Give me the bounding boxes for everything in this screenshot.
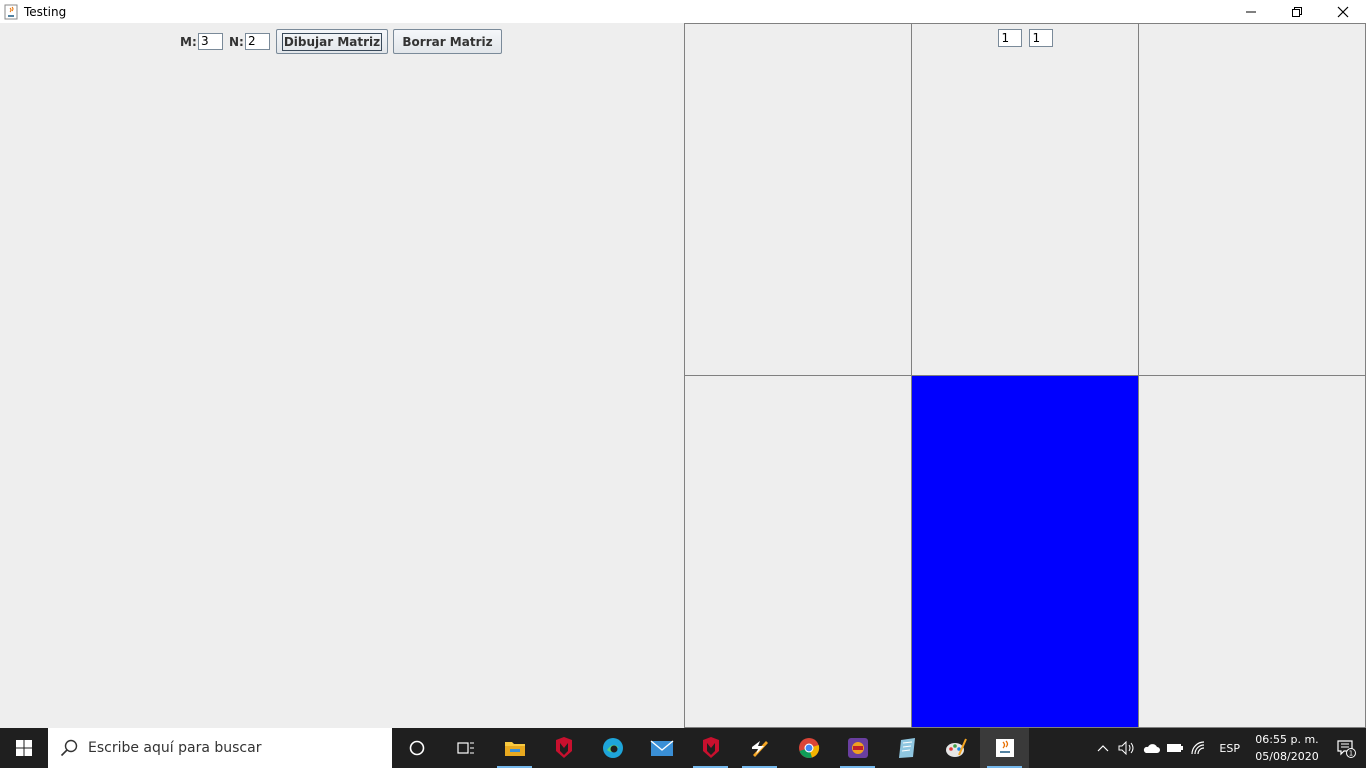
search-icon	[60, 739, 78, 757]
taskbar: Escribe aquí para buscar ESP 06:55 p. m.…	[0, 728, 1366, 768]
taskbar-app-game[interactable]	[833, 728, 882, 768]
edge-icon	[602, 738, 623, 758]
onedrive-button[interactable]	[1139, 728, 1163, 768]
winamp-icon	[751, 741, 768, 757]
mail-icon	[650, 740, 673, 756]
restore-button[interactable]	[1274, 0, 1320, 23]
notes-icon	[898, 738, 915, 758]
java-icon	[995, 739, 1014, 757]
clock-time: 06:55 p. m.	[1255, 733, 1319, 746]
taskbar-app-mcafee[interactable]	[539, 728, 588, 768]
cortana-icon	[409, 740, 424, 756]
taskbar-app-winamp[interactable]	[735, 728, 784, 768]
cloud-icon	[1144, 744, 1161, 753]
matrix-cell-1-2[interactable]: 1 1	[912, 24, 1139, 376]
chevron-up-icon	[1097, 745, 1109, 752]
taskbar-app-mcafee-2[interactable]	[686, 728, 735, 768]
taskbar-app-edge[interactable]	[588, 728, 637, 768]
network-button[interactable]	[1187, 728, 1211, 768]
row-index-input[interactable]: 1	[997, 29, 1022, 47]
task-view-button[interactable]	[441, 728, 490, 768]
clear-matrix-button[interactable]: Borrar Matriz	[393, 29, 502, 54]
title-bar: Testing	[0, 0, 1366, 23]
matrix-cell-2-3[interactable]	[1139, 376, 1366, 728]
cell-coordinate-inputs: 1 1	[912, 29, 1138, 47]
matrix-grid: 1 1	[684, 23, 1366, 728]
chrome-icon	[798, 738, 819, 758]
system-tray: ESP 06:55 p. m. 05/08/2020 1	[1091, 728, 1366, 768]
minimize-icon	[1246, 11, 1256, 12]
battery-button[interactable]	[1163, 728, 1187, 768]
close-button[interactable]	[1320, 0, 1366, 23]
cortana-button[interactable]	[392, 728, 441, 768]
clock[interactable]: 06:55 p. m. 05/08/2020	[1248, 731, 1326, 765]
mcafee-icon	[702, 737, 719, 758]
m-input[interactable]: 3	[198, 33, 223, 50]
java-cup-icon	[3, 4, 19, 20]
n-label: N:	[229, 35, 244, 49]
matrix-cell-1-1[interactable]	[685, 24, 912, 376]
taskbar-app-mail[interactable]	[637, 728, 686, 768]
matrix-controls: M: 3 N: 2 Dibujar Matriz Borrar Matriz	[0, 28, 684, 54]
input-language[interactable]: ESP	[1211, 742, 1248, 755]
notification-icon: 1	[1337, 740, 1356, 758]
matrix-cell-1-3[interactable]	[1139, 24, 1366, 376]
close-icon	[1337, 6, 1349, 17]
volume-icon	[1118, 741, 1134, 755]
taskbar-app-file-explorer[interactable]	[490, 728, 539, 768]
minimize-button[interactable]	[1228, 0, 1274, 23]
col-index-input[interactable]: 1	[1028, 29, 1053, 47]
matrix-cell-2-1[interactable]	[685, 376, 912, 728]
game-icon	[847, 738, 868, 758]
paint-icon	[945, 738, 967, 757]
control-panel: M: 3 N: 2 Dibujar Matriz Borrar Matriz	[0, 23, 684, 728]
task-view-icon	[456, 742, 474, 754]
show-hidden-icons-button[interactable]	[1091, 728, 1115, 768]
clear-matrix-label: Borrar Matriz	[402, 34, 493, 49]
window-title: Testing	[24, 4, 67, 19]
window-controls	[1228, 0, 1366, 23]
draw-matrix-button[interactable]: Dibujar Matriz	[276, 29, 388, 54]
matrix-cell-2-2[interactable]	[912, 376, 1139, 728]
taskbar-search[interactable]: Escribe aquí para buscar	[48, 728, 392, 768]
m-label: M:	[180, 35, 197, 49]
mcafee-icon	[555, 737, 572, 758]
taskbar-app-paint[interactable]	[931, 728, 980, 768]
clock-date: 05/08/2020	[1255, 750, 1319, 763]
taskbar-app-java[interactable]	[980, 728, 1029, 768]
n-input[interactable]: 2	[245, 33, 270, 50]
wifi-icon	[1191, 741, 1205, 755]
search-placeholder: Escribe aquí para buscar	[88, 740, 262, 756]
action-center-button[interactable]: 1	[1326, 728, 1366, 768]
draw-matrix-label: Dibujar Matriz	[281, 32, 383, 51]
file-explorer-icon	[504, 742, 525, 756]
volume-button[interactable]	[1115, 728, 1139, 768]
start-button[interactable]	[0, 728, 48, 768]
restore-icon	[1292, 6, 1302, 17]
taskbar-app-notes[interactable]	[882, 728, 931, 768]
battery-icon	[1167, 744, 1184, 752]
taskbar-app-chrome[interactable]	[784, 728, 833, 768]
notification-count: 1	[1349, 750, 1353, 758]
windows-logo-icon	[16, 740, 32, 756]
